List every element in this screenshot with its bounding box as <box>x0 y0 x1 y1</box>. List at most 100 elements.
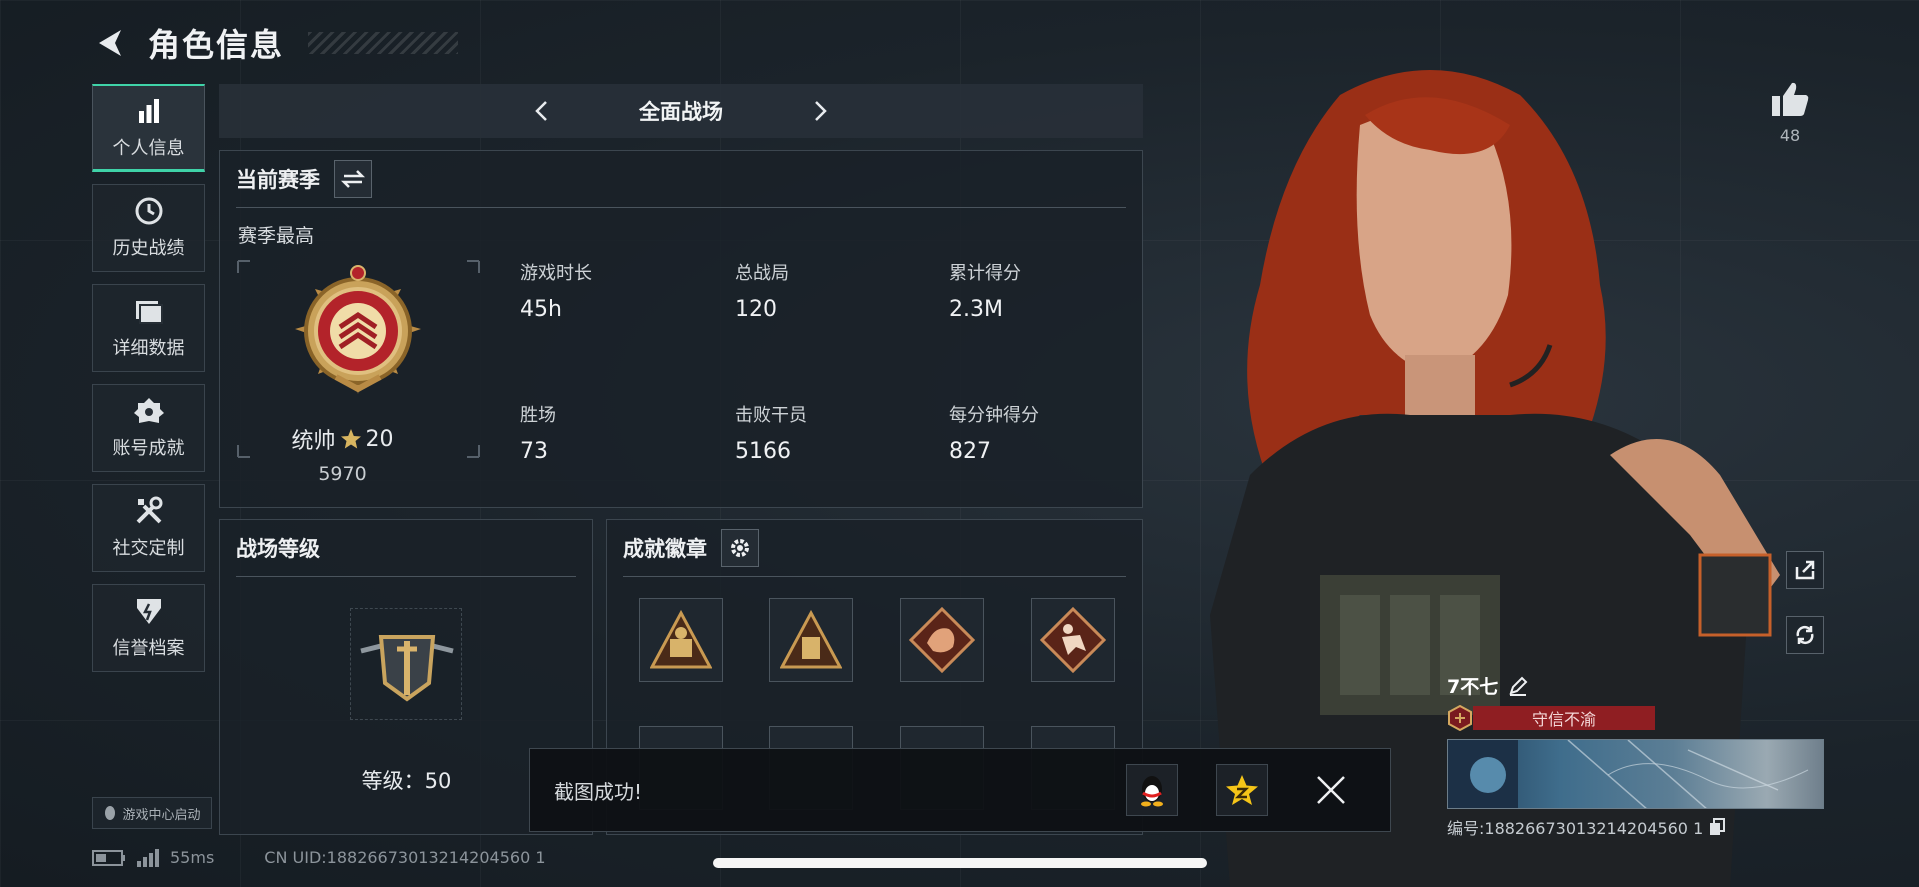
stat-value: 5166 <box>735 439 791 464</box>
achievement-badge[interactable] <box>900 598 984 682</box>
signal-icon <box>137 848 159 867</box>
stat-total-score: 累计得分 2.3M <box>949 259 1021 322</box>
sidebar-item-details[interactable]: 详细数据 <box>92 284 205 372</box>
player-name: 7不七 <box>1447 676 1499 698</box>
mode-name: 全面战场 <box>639 100 723 124</box>
achievements-title: 成就徽章 <box>623 537 707 561</box>
toast-message: 截图成功! <box>554 779 643 804</box>
page-title: 角色信息 <box>148 26 285 64</box>
stat-label: 游戏时长 <box>520 263 592 284</box>
player-id: 编号:18826673013214204560 1 <box>1447 819 1704 838</box>
stat-label: 击败干员 <box>735 405 807 426</box>
honor-row: 守信不渝 <box>1447 705 1824 731</box>
stat-total-matches: 总战局 120 <box>735 259 789 322</box>
switch-season-button[interactable] <box>334 160 372 198</box>
battery-icon <box>92 849 125 866</box>
close-icon <box>1317 776 1345 804</box>
level-emblem-icon <box>360 635 454 702</box>
title-decoration <box>308 32 459 54</box>
stat-value: 827 <box>949 439 991 464</box>
launch-label: 游戏中心启动 <box>122 807 201 823</box>
achievement-badge[interactable] <box>1031 598 1115 682</box>
penguin-icon <box>105 806 116 820</box>
edit-icon[interactable] <box>1508 676 1528 696</box>
copy-icon[interactable] <box>1709 818 1726 836</box>
folder-icon <box>134 296 164 326</box>
share-qzone-button[interactable] <box>1216 764 1268 816</box>
stat-play-time: 游戏时长 45h <box>520 259 592 322</box>
game-center-launch-button[interactable]: 游戏中心启动 <box>92 797 212 829</box>
divider <box>236 207 1126 208</box>
stat-value: 73 <box>520 439 548 464</box>
player-name-row: 7不七 <box>1447 672 1824 699</box>
sidebar-item-label: 个人信息 <box>112 137 185 159</box>
thumbs-up-icon <box>1772 82 1809 116</box>
stat-label: 每分钟得分 <box>949 405 1039 426</box>
refresh-button[interactable] <box>1786 616 1824 654</box>
rank-score: 5970 <box>318 463 367 485</box>
player-card: 7不七 守信不渝 编号:18826673013214204560 1 <box>1447 672 1824 839</box>
stat-score-per-minute: 每分钟得分 827 <box>949 401 1039 464</box>
shield-icon <box>134 596 164 626</box>
star-icon <box>340 429 361 449</box>
account-uid: CN UID:18826673013214204560 1 <box>264 848 546 867</box>
back-button[interactable] <box>90 23 130 63</box>
season-best-label: 赛季最高 <box>238 225 315 247</box>
rank-name: 统帅 20 <box>220 423 465 455</box>
badge-triangle-icon <box>650 609 712 669</box>
season-title: 当前赛季 <box>236 168 320 192</box>
gear-icon <box>731 539 749 557</box>
battlefield-level-title: 战场等级 <box>236 537 320 561</box>
share-profile-button[interactable] <box>1786 551 1824 589</box>
stat-value: 120 <box>735 297 777 322</box>
stat-value: 2.3M <box>949 297 1003 322</box>
sidebar-item-history[interactable]: 历史战绩 <box>92 184 205 272</box>
player-banner[interactable] <box>1447 739 1824 809</box>
like-button[interactable]: 48 <box>1768 80 1812 145</box>
chevron-right-icon <box>815 101 827 121</box>
status-bar: 55ms CN UID:18826673013214204560 1 <box>92 848 546 867</box>
rank-title: 统帅 <box>291 429 336 454</box>
sidebar-item-label: 社交定制 <box>112 538 185 559</box>
rank-stars: 20 <box>365 426 394 452</box>
swap-icon <box>341 170 365 188</box>
close-toast-button[interactable] <box>1306 765 1356 815</box>
sidebar-item-achievements[interactable]: 账号成就 <box>92 384 205 472</box>
level-emblem-frame <box>350 608 462 720</box>
sidebar-item-label: 历史战绩 <box>112 238 185 259</box>
stat-label: 总战局 <box>735 263 789 284</box>
sidebar-item-label: 详细数据 <box>112 338 185 359</box>
stat-value: 45h <box>520 297 562 322</box>
divider <box>236 576 576 577</box>
refresh-icon <box>1796 625 1814 645</box>
chevron-left-icon <box>535 101 547 121</box>
back-arrow-icon <box>99 30 121 56</box>
badge-triangle-icon <box>780 609 842 669</box>
stat-wins: 胜场 73 <box>520 401 556 464</box>
achievement-badge[interactable] <box>639 598 723 682</box>
mode-next-button[interactable] <box>791 84 851 138</box>
mode-prev-button[interactable] <box>511 84 571 138</box>
bar-chart-icon <box>135 96 163 126</box>
stat-kills: 击败干员 5166 <box>735 401 807 464</box>
season-panel: 当前赛季 赛季最高 统帅 20 5970 游戏时长 45h 总战局 120 累计… <box>219 150 1143 508</box>
top-bar: 角色信息 <box>90 18 459 68</box>
sidebar-item-credit[interactable]: 信誉档案 <box>92 584 205 672</box>
honor-title: 守信不渝 <box>1473 706 1655 730</box>
tools-icon <box>134 496 164 526</box>
home-indicator[interactable] <box>713 858 1207 868</box>
screenshot-toast: 截图成功! <box>529 748 1391 832</box>
medal-icon <box>133 396 164 426</box>
divider <box>623 576 1126 577</box>
sidebar-item-social[interactable]: 社交定制 <box>92 484 205 572</box>
badge-soldier-icon <box>1040 607 1106 673</box>
achievement-settings-button[interactable] <box>721 529 759 567</box>
honor-badge-icon <box>1448 705 1472 731</box>
achievement-badge[interactable] <box>769 598 853 682</box>
player-id-row: 编号:18826673013214204560 1 <box>1447 815 1824 839</box>
qq-icon <box>1141 776 1163 807</box>
share-qq-button[interactable] <box>1126 764 1178 816</box>
clock-icon <box>134 196 164 226</box>
sidebar-item-personal-info[interactable]: 个人信息 <box>92 84 205 172</box>
stat-label: 胜场 <box>520 405 556 426</box>
